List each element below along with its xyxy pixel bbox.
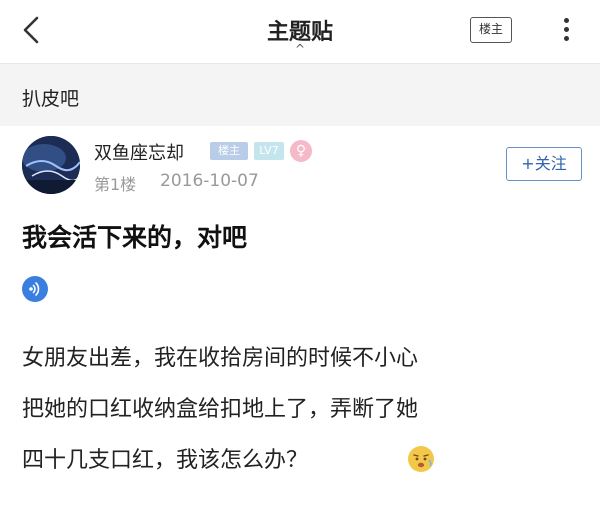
post-text-line: 把她的口红收纳盒给扣地上了，弄断了她: [22, 397, 419, 422]
post-text-line: 四十几支口红，我该怎么办？: [22, 448, 309, 473]
op-badge: 楼主: [210, 142, 248, 160]
forum-name[interactable]: 扒皮吧: [22, 84, 79, 111]
floor-number: 第1楼: [94, 175, 137, 194]
worried-face-emoji-icon: [408, 446, 434, 472]
level-badge: LV7: [254, 142, 284, 160]
audio-icon[interactable]: [22, 276, 48, 302]
follow-button[interactable]: +关注: [506, 147, 582, 181]
post-text-line: 女朋友出差，我在收拾房间的时候不小心: [22, 346, 419, 371]
more-options-icon[interactable]: [554, 14, 578, 48]
top-nav-bar: 主题贴 ^ 楼主: [0, 0, 600, 64]
avatar[interactable]: [22, 136, 80, 194]
caret-up-icon[interactable]: ^: [0, 42, 600, 56]
only-op-button[interactable]: 楼主: [470, 17, 512, 43]
female-gender-icon: ♀: [290, 140, 312, 162]
post-title: 我会活下来的，对吧: [22, 223, 248, 252]
forum-bar[interactable]: 扒皮吧: [0, 64, 600, 126]
author-name[interactable]: 双鱼座忘却: [94, 139, 184, 165]
post-date: 2016-10-07: [160, 171, 259, 191]
